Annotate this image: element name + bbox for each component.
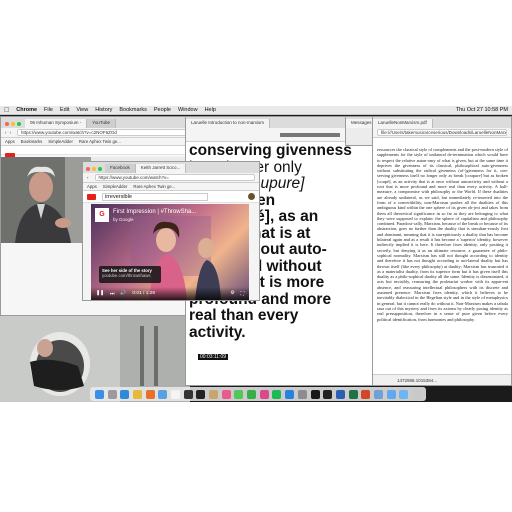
timestamp-overlay: 00:03:11:09 bbox=[198, 354, 229, 360]
bookmark-bookmarks[interactable]: Bookmarks bbox=[21, 139, 43, 144]
fullscreen-icon[interactable]: ⛶ bbox=[241, 291, 244, 297]
trash-icon[interactable] bbox=[412, 389, 422, 399]
finder-icon[interactable] bbox=[94, 389, 104, 399]
menu-edit[interactable]: Edit bbox=[60, 107, 69, 113]
menu-clock[interactable]: Thu Oct 27 10:58 PM bbox=[456, 107, 508, 113]
youtube-search-row: irreversible bbox=[83, 191, 259, 203]
tab-laruelle-intro[interactable]: Laruelle Introduction to non-marxism bbox=[186, 119, 271, 128]
card-url: youtube.com/throwshaws bbox=[102, 273, 151, 278]
bookmark-simpleadder[interactable]: SimpleAdder bbox=[48, 139, 73, 144]
bookmark-apps[interactable]: Apps bbox=[5, 139, 15, 144]
menu-window[interactable]: Window bbox=[178, 107, 198, 113]
avatar[interactable] bbox=[248, 193, 255, 200]
yt-logo-icon[interactable] bbox=[87, 193, 96, 200]
facetime-icon[interactable] bbox=[247, 389, 257, 399]
youtube-search-input[interactable]: irreversible bbox=[102, 192, 208, 201]
contacts-icon[interactable] bbox=[209, 389, 219, 399]
folder-icon[interactable] bbox=[386, 389, 396, 399]
firefox-icon[interactable] bbox=[145, 389, 155, 399]
photos-icon[interactable] bbox=[221, 389, 231, 399]
fb-bookmark-simpleadder[interactable]: SimpleAdder bbox=[103, 184, 128, 189]
facebook-window-controls[interactable] bbox=[86, 167, 102, 171]
preferences-icon[interactable] bbox=[297, 389, 307, 399]
youtube-bookmarks-bar: Apps Bookmarks SimpleAdder Rare Aphex Tw… bbox=[1, 138, 199, 146]
dock bbox=[90, 387, 426, 401]
app-icon-7[interactable] bbox=[183, 389, 193, 399]
safari-icon[interactable] bbox=[120, 389, 130, 399]
next-icon[interactable]: ⏭ bbox=[110, 291, 114, 297]
menu-view[interactable]: View bbox=[76, 107, 88, 113]
youtube-tab-bar: 06 Inhuman Symposium - YouTube bbox=[1, 117, 199, 128]
facebook-tab-bar: Facebook Keith Jarrett Soco... bbox=[83, 162, 259, 173]
settings-icon[interactable]: ⚙ bbox=[230, 291, 234, 296]
text-line-12: activity. bbox=[189, 323, 246, 341]
youtube-header bbox=[1, 146, 199, 159]
info-card[interactable]: See her side of the story youtube.com/th… bbox=[99, 266, 161, 283]
text-line-11: real than every bbox=[189, 307, 299, 324]
itunes-icon[interactable] bbox=[259, 389, 269, 399]
facebook-address-field[interactable]: https://www.youtube.com/watch?v= bbox=[94, 174, 255, 181]
word-icon[interactable] bbox=[335, 389, 345, 399]
text-toolbar-slider[interactable] bbox=[280, 132, 340, 137]
tab-pdf[interactable]: LaruelleNonMarxism.pdf bbox=[373, 119, 433, 128]
fb-bookmark-aphex[interactable]: Rare Aphex Twin ge... bbox=[133, 184, 175, 189]
facebook-url-bar: ‹ https://www.youtube.com/watch?v= bbox=[83, 173, 259, 183]
calendar-icon[interactable] bbox=[170, 389, 180, 399]
messages-icon[interactable] bbox=[234, 389, 244, 399]
powerpoint-icon[interactable] bbox=[361, 389, 371, 399]
chrome-icon[interactable] bbox=[132, 389, 142, 399]
menu-file[interactable]: File bbox=[44, 107, 53, 113]
fb-back-icon[interactable]: ‹ bbox=[87, 175, 89, 180]
app-icon-5[interactable] bbox=[196, 389, 206, 399]
video-channel: by Google bbox=[113, 217, 134, 222]
pdf-window: LaruelleNonMarxism.pdf file:///Users/tak… bbox=[372, 116, 512, 386]
video-title: First Impression | #ThrowSha... bbox=[113, 209, 197, 215]
youtube-url-bar: ‹ › https://www.youtube.com/watch?v=c2NO… bbox=[1, 128, 199, 138]
desktop-screen:  Chrome File Edit View History Bookmark… bbox=[0, 106, 512, 402]
tab-keith-jarrett[interactable]: Keith Jarrett Soco... bbox=[135, 164, 187, 173]
preview-icon[interactable] bbox=[373, 389, 383, 399]
tab-facebook[interactable]: Facebook bbox=[105, 164, 136, 173]
terminal-icon[interactable] bbox=[310, 389, 320, 399]
pause-icon[interactable]: ❚❚ bbox=[96, 291, 104, 296]
spotify-icon[interactable] bbox=[272, 389, 282, 399]
channel-icon[interactable]: G bbox=[95, 208, 109, 222]
download-item[interactable]: 1472988.1015384... bbox=[373, 374, 511, 385]
apple-icon[interactable]:  bbox=[4, 107, 9, 114]
excel-icon[interactable] bbox=[348, 389, 358, 399]
forward-icon[interactable]: › bbox=[10, 130, 12, 135]
ableton-icon[interactable] bbox=[323, 389, 333, 399]
pdf-address-field[interactable]: file:///Users/takemusicviceserious/Downl… bbox=[377, 129, 507, 136]
speaker-figure bbox=[1, 157, 91, 243]
back-icon[interactable]: ‹ bbox=[5, 130, 7, 135]
facebook-window: Facebook Keith Jarrett Soco... ‹ https:/… bbox=[82, 161, 260, 301]
bookmark-aphex[interactable]: Rare Aphex Twin ge... bbox=[79, 139, 121, 144]
menu-bookmarks[interactable]: Bookmarks bbox=[119, 107, 147, 113]
app-store-icon[interactable] bbox=[285, 389, 295, 399]
downloads-icon[interactable] bbox=[399, 389, 409, 399]
menu-help[interactable]: Help bbox=[205, 107, 216, 113]
facebook-bookmarks-bar: Apps SimpleAdder Rare Aphex Twin ge... bbox=[83, 183, 259, 191]
tab-inhuman-symposium[interactable]: 06 Inhuman Symposium - bbox=[25, 119, 88, 128]
fb-bookmark-apps[interactable]: Apps bbox=[87, 184, 97, 189]
window-controls[interactable] bbox=[5, 122, 21, 126]
menu-bar:  Chrome File Edit View History Bookmark… bbox=[0, 106, 512, 115]
download-filename: 1472988.1015384... bbox=[397, 378, 438, 383]
menu-app-name[interactable]: Chrome bbox=[16, 107, 37, 113]
video-player[interactable]: G First Impression | #ThrowSha... by Goo… bbox=[91, 204, 249, 300]
mail-icon[interactable] bbox=[158, 389, 168, 399]
menu-history[interactable]: History bbox=[95, 107, 112, 113]
pdf-url-bar: file:///Users/takemusicviceserious/Downl… bbox=[373, 128, 511, 138]
menu-people[interactable]: People bbox=[154, 107, 171, 113]
pdf-tab-bar: LaruelleNonMarxism.pdf bbox=[373, 117, 511, 128]
launchpad-icon[interactable] bbox=[107, 389, 117, 399]
volume-icon[interactable]: 🔊 bbox=[120, 291, 126, 296]
video-controls: ❚❚ ⏭ 🔊 0:01 / 1:29 ⚙ ⛶ bbox=[91, 287, 249, 300]
video-time: 0:01 / 1:29 bbox=[132, 291, 156, 296]
speaker-video-frame[interactable] bbox=[1, 157, 91, 243]
youtube-address-field[interactable]: https://www.youtube.com/watch?v=c2NOF6ZO… bbox=[17, 129, 195, 136]
tab-youtube[interactable]: YouTube bbox=[87, 119, 116, 128]
pdf-page-text: ressources the classical style of comple… bbox=[377, 147, 508, 322]
